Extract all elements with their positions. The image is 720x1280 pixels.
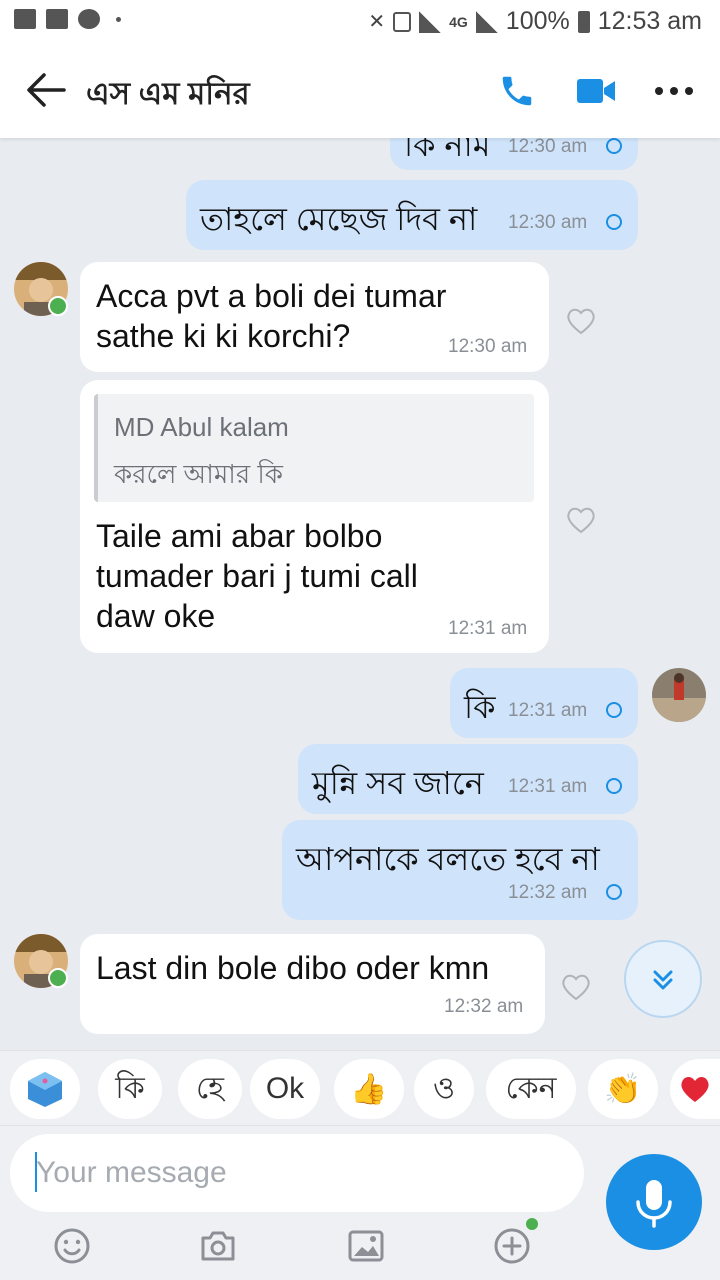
message-time: 12:30 am — [448, 336, 528, 357]
status-notifications — [14, 9, 121, 29]
battery-text: 100% — [505, 7, 570, 35]
quoted-author: MD Abul kalam — [114, 412, 289, 442]
add-content-icon[interactable] — [492, 1226, 532, 1266]
message-text-line: tumader bari j tumi call — [96, 558, 418, 594]
mute-icon: ✕ — [368, 11, 386, 33]
message-text: মুন্নি সব জানে — [312, 765, 484, 801]
online-status-icon — [48, 296, 68, 316]
quick-reply-dice[interactable] — [10, 1059, 80, 1119]
message-bubble-outgoing[interactable]: কি নাম 12:30 am — [390, 138, 638, 170]
status-bar: ✕ 4G 100% 12:53 am — [0, 0, 720, 42]
message-bubble-outgoing[interactable]: আপনাকে বলতে হবে না 12:32 am — [282, 820, 638, 920]
quick-reply-heart[interactable] — [670, 1059, 720, 1119]
message-bubble-incoming[interactable]: MD Abul kalam করলে আমার কি Taile ami aba… — [80, 380, 549, 653]
gallery-icon[interactable] — [346, 1226, 386, 1266]
quoted-message[interactable]: MD Abul kalam করলে আমার কি — [94, 394, 534, 502]
message-bubble-outgoing[interactable]: তাহলে মেছেজ দিব না 12:30 am — [186, 180, 638, 250]
message-bubble-outgoing[interactable]: কি 12:31 am — [450, 668, 638, 738]
message-bubble-incoming[interactable]: Acca pvt a boli dei tumar sathe ki ki ko… — [80, 262, 549, 372]
dice-emoticon-icon — [28, 1072, 62, 1107]
message-time: 12:30 am — [508, 212, 588, 233]
status-system: ✕ 4G 100% 12:53 am — [368, 7, 702, 36]
message-text-line: Taile ami abar bolbo — [96, 518, 383, 554]
seen-indicator-icon — [606, 778, 622, 794]
message-time: 12:31 am — [508, 776, 588, 797]
phone-call-icon[interactable] — [498, 72, 536, 110]
double-chevron-down-icon — [653, 970, 673, 990]
online-status-icon — [48, 968, 68, 988]
conversation-header: এস এম মনির — [0, 42, 720, 138]
message-time: 12:30 am — [508, 138, 588, 157]
sim-icon — [393, 11, 412, 32]
back-arrow-icon[interactable] — [26, 72, 66, 108]
my-avatar[interactable] — [652, 668, 706, 722]
seen-indicator-icon — [606, 884, 622, 900]
message-text: Last din bole dibo oder kmn — [96, 950, 490, 986]
network-type: 4G — [449, 13, 468, 30]
quick-replies-bar: কি হে Ok 👍 ও কেন 👏 — [0, 1050, 720, 1126]
quick-reply-clap[interactable]: 👏 — [588, 1059, 658, 1119]
quick-reply-chip[interactable]: Ok — [250, 1059, 320, 1119]
apps-icon — [78, 9, 100, 29]
message-text-line: daw oke — [96, 598, 216, 634]
scroll-to-bottom-button[interactable] — [624, 940, 702, 1018]
message-time: 12:31 am — [508, 700, 588, 721]
seen-indicator-icon — [606, 214, 622, 230]
microphone-icon — [636, 1180, 672, 1228]
message-text-line: Acca pvt a boli dei tumar — [96, 278, 447, 314]
message-text: কি নাম — [404, 138, 491, 163]
battery-icon — [577, 10, 590, 33]
avatar-photo — [652, 668, 706, 722]
message-text: আপনাকে বলতে হবে না — [296, 841, 600, 877]
composer — [0, 1126, 720, 1280]
message-time: 12:32 am — [508, 882, 588, 903]
book-icon — [46, 9, 68, 29]
signal-icon — [419, 10, 442, 33]
thumbs-up-emoji-icon: 👍 — [350, 1072, 388, 1106]
heart-react-icon[interactable] — [560, 972, 592, 1002]
quick-reply-chip[interactable]: কেন — [486, 1059, 576, 1119]
camera-icon[interactable] — [198, 1226, 238, 1266]
new-content-dot — [526, 1218, 538, 1230]
message-input[interactable] — [10, 1134, 584, 1212]
message-bubble-outgoing[interactable]: মুন্নি সব জানে 12:31 am — [298, 744, 638, 814]
heart-react-icon[interactable] — [565, 505, 597, 535]
quick-reply-thumbs-up[interactable]: 👍 — [334, 1059, 404, 1119]
heart-react-icon[interactable] — [565, 306, 597, 336]
more-notifications-icon — [116, 16, 121, 22]
voice-message-button[interactable] — [606, 1154, 702, 1250]
quoted-text: করলে আমার কি — [114, 459, 283, 489]
quick-reply-chip[interactable]: ও — [414, 1059, 474, 1119]
seen-indicator-icon — [606, 702, 622, 718]
message-text-line: sathe ki ki korchi? — [96, 318, 351, 354]
contact-name[interactable]: এস এম মনির — [86, 70, 250, 122]
message-list[interactable]: কি নাম 12:30 am তাহলে মেছেজ দিব না 12:30… — [0, 138, 720, 1050]
gallery-icon — [14, 9, 36, 29]
more-options-icon[interactable] — [654, 86, 694, 96]
message-time: 12:31 am — [448, 618, 528, 639]
quick-reply-chip[interactable]: কি — [98, 1059, 162, 1119]
red-heart-emoji-icon — [681, 1076, 709, 1102]
clapping-hands-emoji-icon: 👏 — [604, 1072, 642, 1106]
signal-icon-2 — [475, 10, 498, 33]
video-call-icon[interactable] — [576, 76, 616, 106]
quick-reply-chip[interactable]: হে — [178, 1059, 242, 1119]
message-text: তাহলে মেছেজ দিব না — [200, 201, 478, 237]
clock: 12:53 am — [597, 7, 702, 35]
seen-indicator-icon — [606, 138, 622, 154]
message-text: কি — [464, 689, 496, 725]
text-caret — [35, 1152, 37, 1192]
emoji-icon[interactable] — [52, 1226, 92, 1266]
message-bubble-incoming[interactable]: Last din bole dibo oder kmn 12:32 am — [80, 934, 545, 1034]
message-time: 12:32 am — [444, 996, 524, 1017]
